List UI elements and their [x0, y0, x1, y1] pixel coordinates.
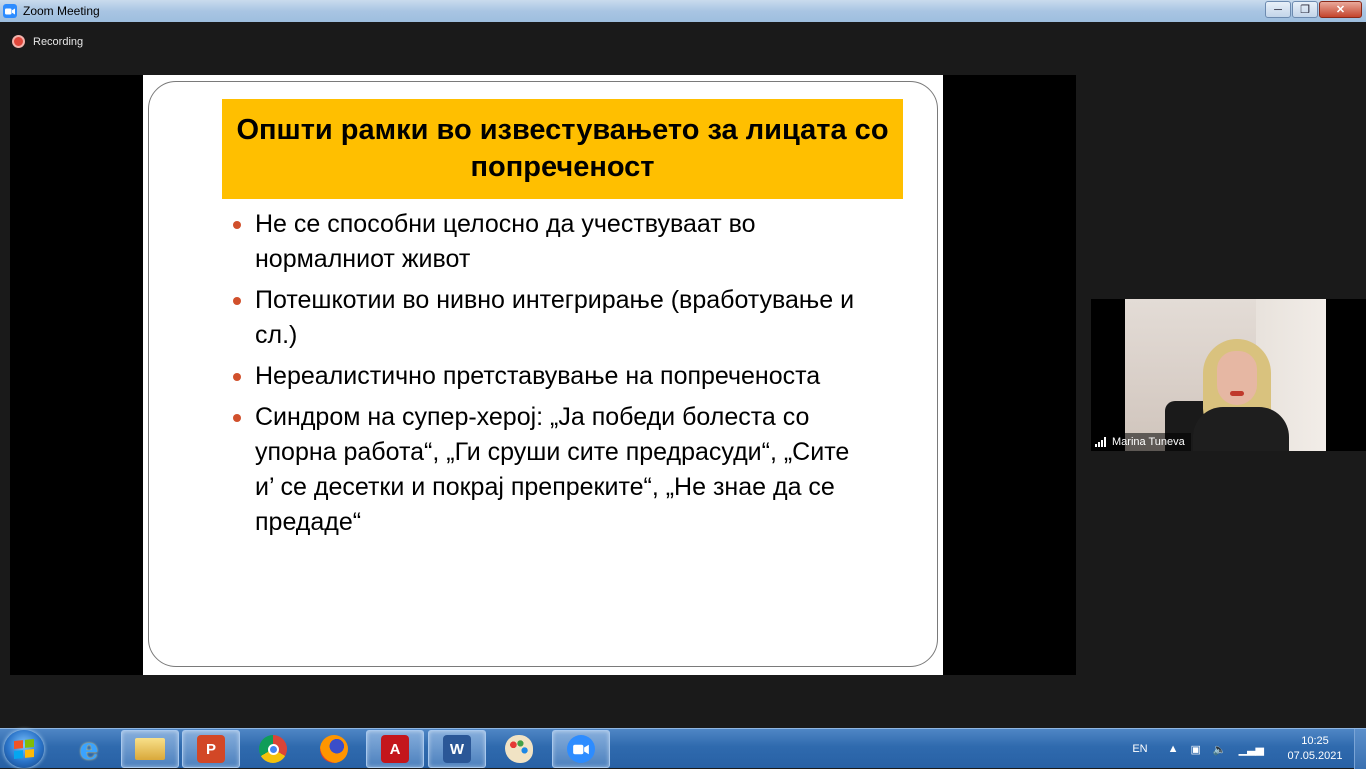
close-button[interactable]: ✕ [1319, 1, 1362, 18]
slide-bullet: Синдром на супер-херој: „Ја победи болес… [231, 400, 871, 540]
slide-bullet-text: Нереалистично претставување на попречено… [255, 362, 821, 390]
participant-body [1193, 407, 1289, 451]
slide-bullet-text: Потешкотии во нивно интегрирање (вработу… [255, 286, 855, 349]
system-clock[interactable]: 10:25 07.05.2021 [1276, 734, 1354, 764]
recording-dot-icon [12, 35, 25, 48]
maximize-button[interactable]: ❐ [1292, 1, 1318, 18]
clock-date: 07.05.2021 [1287, 750, 1343, 762]
word-icon: W [443, 735, 471, 763]
window-title: Zoom Meeting [23, 4, 100, 18]
windows-taskbar: e P A W EN ▲ ▣ 🔈 ▁▃▅ 10:25 07.05.2021 [0, 728, 1366, 769]
slide-bullet-list: Не се способни целосно да учествуваат во… [231, 207, 871, 546]
window-controls: ─ ❐ ✕ [1265, 1, 1362, 18]
language-indicator[interactable]: EN [1132, 743, 1147, 755]
participant-name-tag: Marina Tuneva [1091, 433, 1191, 451]
bullet-dot-icon [233, 221, 241, 229]
paint-icon [505, 735, 533, 763]
taskbar-word[interactable]: W [428, 730, 486, 768]
system-tray: EN ▲ ▣ 🔈 ▁▃▅ 10:25 07.05.2021 [1132, 729, 1366, 769]
meeting-area: Recording Општи рамки во известувањето з… [0, 22, 1366, 728]
zoom-icon [567, 735, 595, 763]
presentation-slide: Општи рамки во известувањето за лицата с… [143, 75, 943, 675]
chrome-icon [259, 735, 287, 763]
taskbar-file-explorer[interactable] [121, 730, 179, 768]
slide-title: Општи рамки во известувањето за лицата с… [236, 114, 889, 183]
start-button[interactable] [4, 730, 44, 768]
internet-explorer-icon: e [79, 731, 99, 767]
bullet-dot-icon [233, 414, 241, 422]
firefox-icon [320, 735, 348, 763]
participant-name: Marina Tuneva [1112, 436, 1185, 448]
windows-flag-icon [14, 738, 34, 760]
file-explorer-icon [135, 738, 165, 760]
slide-bullet: Не се способни целосно да учествуваат во… [231, 207, 871, 277]
minimize-button[interactable]: ─ [1265, 1, 1291, 18]
participant-video [1125, 299, 1326, 451]
recording-label: Recording [33, 35, 84, 48]
signal-bars-icon[interactable]: ▁▃▅ [1239, 743, 1264, 756]
taskbar-zoom[interactable] [552, 730, 610, 768]
taskbar-paint[interactable] [490, 730, 548, 768]
zoom-app-icon [3, 4, 17, 18]
slide-title-box: Општи рамки во известувањето за лицата с… [222, 99, 903, 199]
show-hidden-icons-icon[interactable]: ▲ [1168, 743, 1179, 755]
participant-video-tile[interactable]: Marina Tuneva [1091, 299, 1366, 451]
volume-icon[interactable]: 🔈 [1213, 743, 1227, 756]
slide-bullet-text: Не се способни целосно да учествуваат во… [255, 210, 756, 273]
taskbar-chrome[interactable] [244, 730, 302, 768]
slide-bullet-text: Синдром на супер-херој: „Ја победи болес… [255, 403, 850, 536]
taskbar-firefox[interactable] [305, 730, 363, 768]
taskbar-powerpoint[interactable]: P [182, 730, 240, 768]
network-icon[interactable]: ▣ [1191, 743, 1201, 756]
participant-face [1217, 351, 1257, 405]
signal-strength-icon [1095, 437, 1106, 447]
taskbar-internet-explorer[interactable]: e [60, 730, 118, 768]
participant-lips [1230, 391, 1244, 396]
bullet-dot-icon [233, 373, 241, 381]
window-titlebar[interactable]: Zoom Meeting ─ ❐ ✕ [0, 0, 1366, 22]
taskbar-acrobat[interactable]: A [366, 730, 424, 768]
bullet-dot-icon [233, 297, 241, 305]
slide-bullet: Нереалистично претставување на попречено… [231, 359, 871, 394]
powerpoint-icon: P [197, 735, 225, 763]
show-desktop-button[interactable] [1354, 729, 1366, 769]
slide-bullet: Потешкотии во нивно интегрирање (вработу… [231, 283, 871, 353]
clock-time: 10:25 [1301, 735, 1329, 747]
recording-indicator[interactable]: Recording [12, 35, 83, 48]
screen-share-view: Општи рамки во известувањето за лицата с… [10, 75, 1076, 675]
acrobat-icon: A [381, 735, 409, 763]
